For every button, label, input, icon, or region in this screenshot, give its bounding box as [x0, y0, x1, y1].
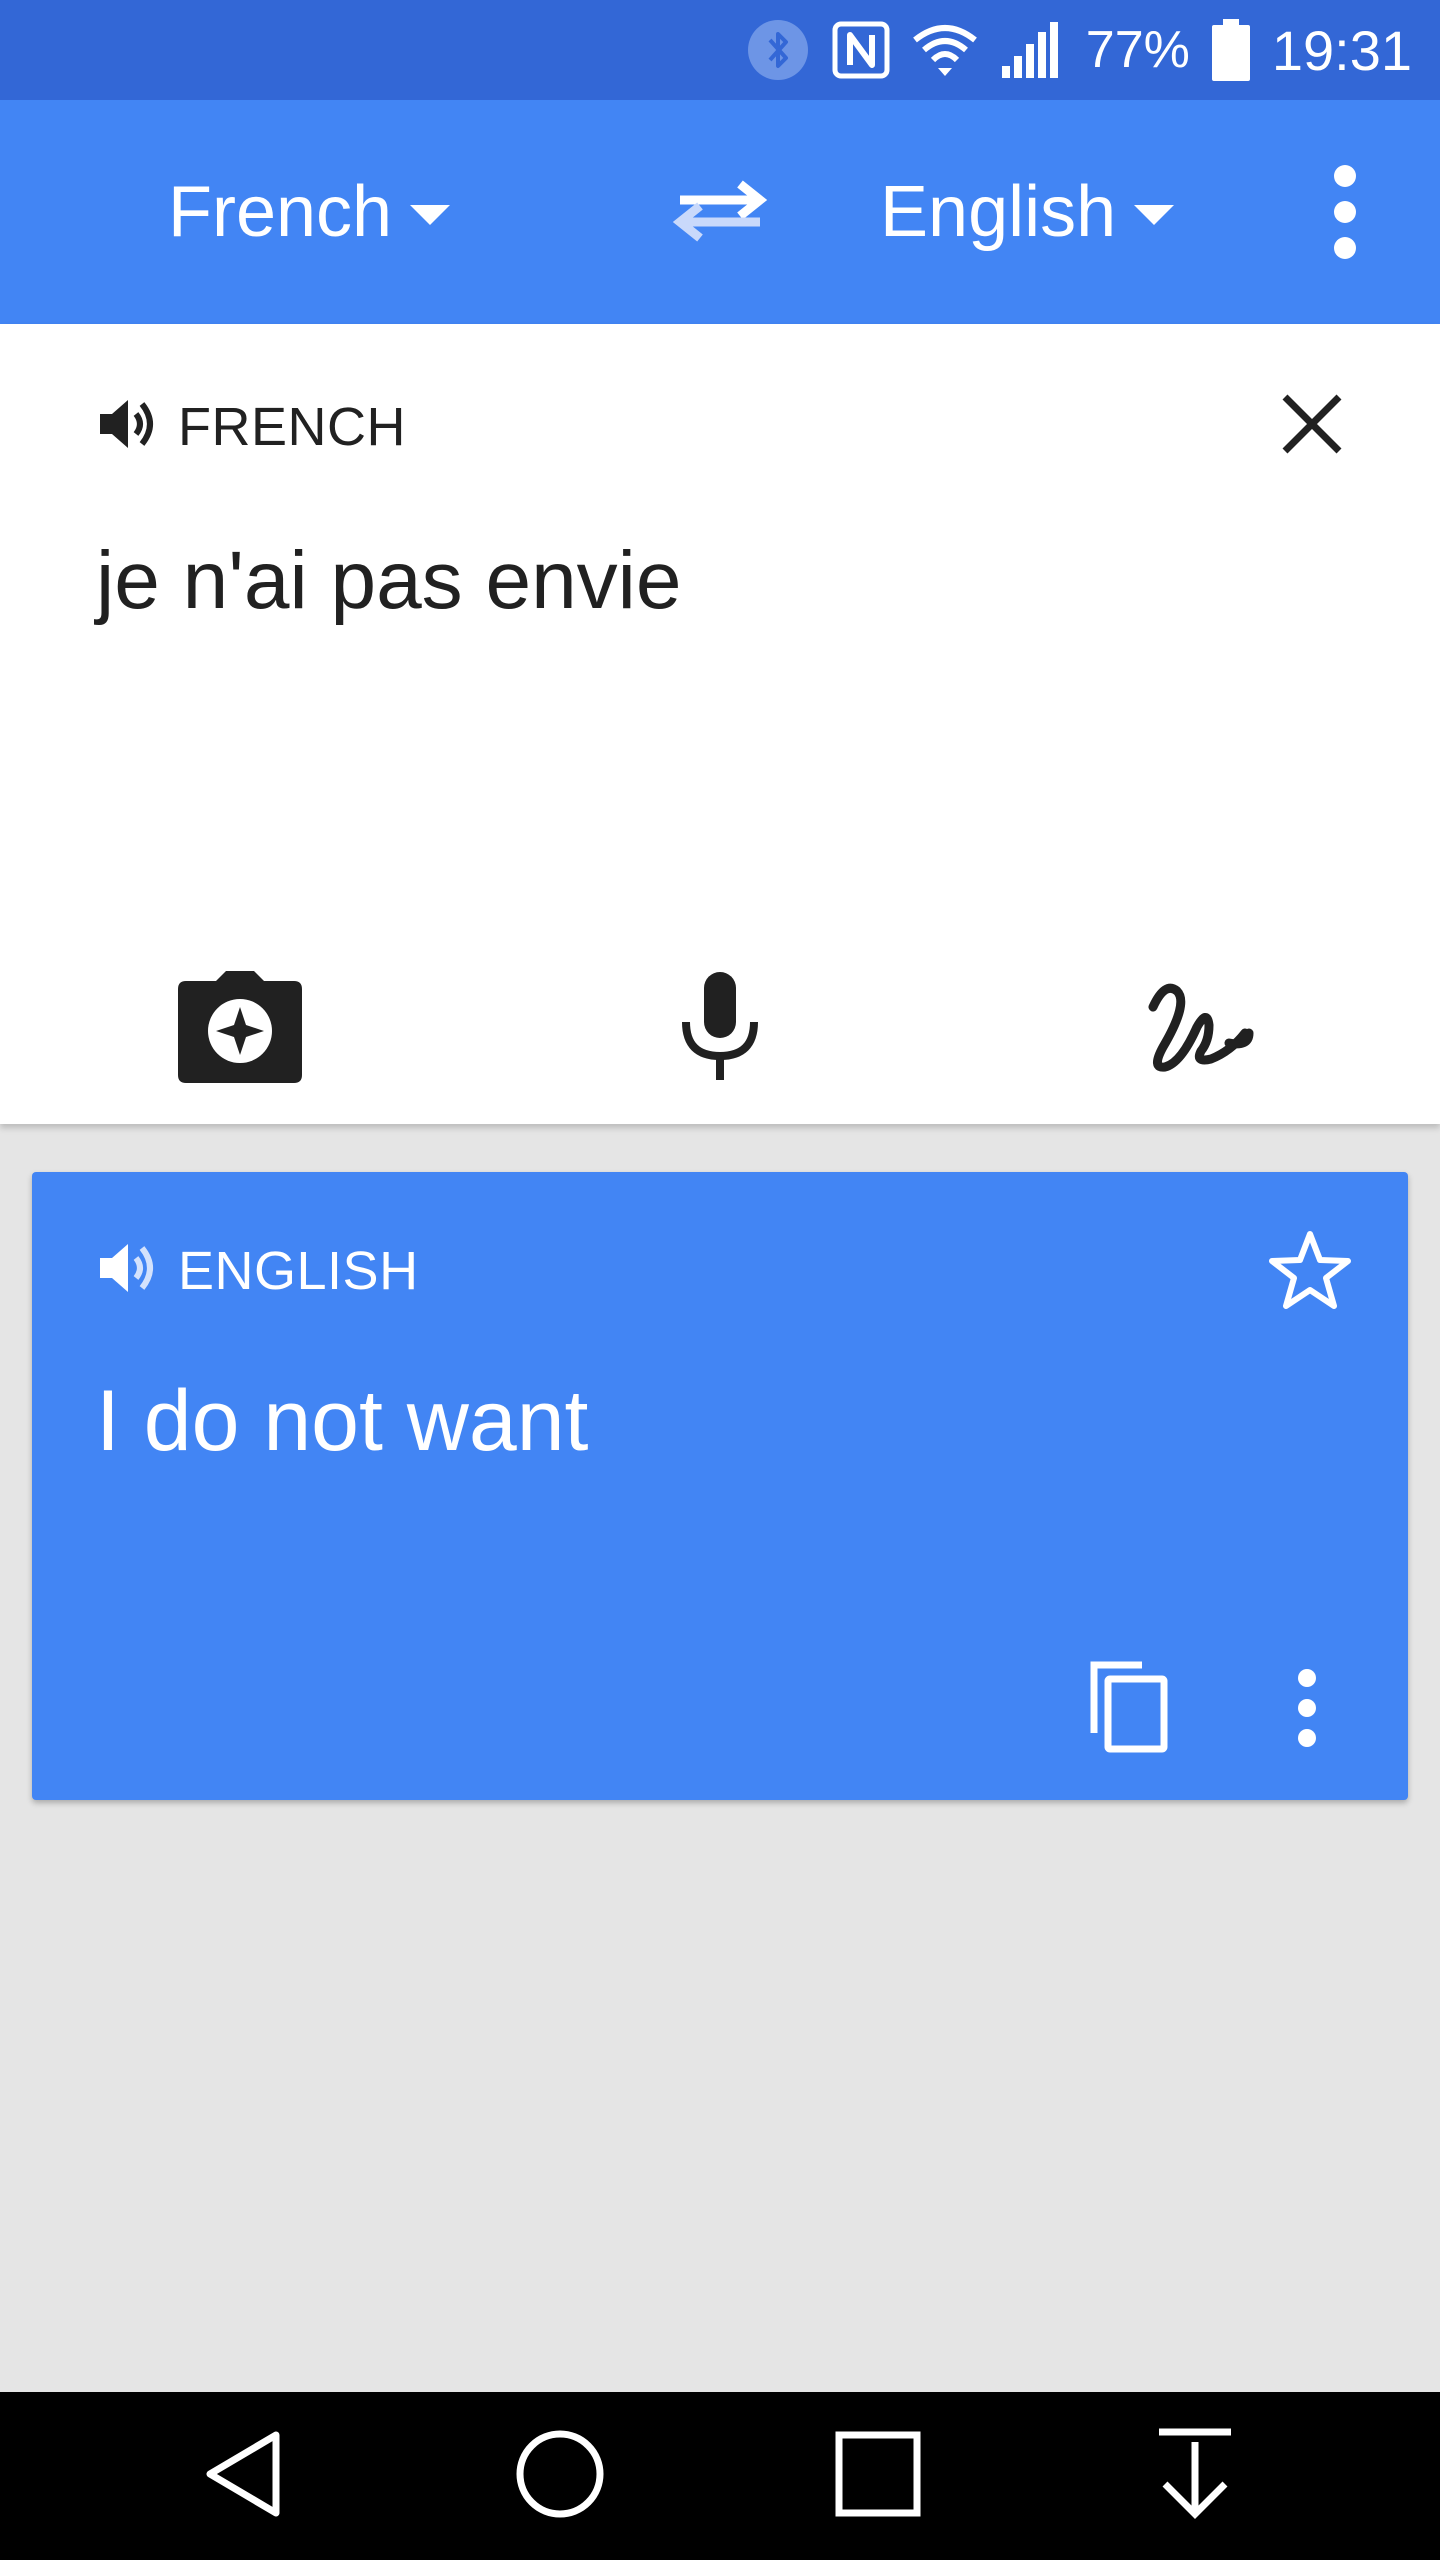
back-button[interactable] — [185, 2416, 305, 2536]
save-translation-button[interactable] — [1262, 1224, 1358, 1320]
source-language-selector[interactable]: French — [168, 100, 451, 324]
wifi-icon — [912, 22, 978, 78]
camera-button[interactable] — [165, 954, 315, 1104]
signal-icon — [1000, 22, 1064, 78]
home-icon — [514, 2428, 606, 2525]
overflow-menu-icon — [1334, 165, 1356, 187]
microphone-icon — [678, 971, 762, 1087]
swap-languages-icon — [670, 170, 770, 255]
translated-text: I do not want — [96, 1373, 589, 1469]
overflow-dot — [1334, 201, 1356, 223]
notification-pull-icon — [1155, 2428, 1235, 2525]
more-dot — [1298, 1699, 1316, 1717]
notification-pull-button[interactable] — [1135, 2416, 1255, 2536]
microphone-button[interactable] — [645, 954, 795, 1104]
nfc-icon — [832, 21, 890, 79]
clear-input-button[interactable] — [1270, 384, 1354, 468]
battery-percent: 77% — [1085, 21, 1190, 79]
camera-icon — [178, 970, 302, 1088]
more-dot — [1298, 1729, 1316, 1747]
recents-icon — [833, 2429, 923, 2524]
swap-languages-button[interactable] — [660, 164, 780, 260]
input-tools — [0, 954, 1440, 1104]
source-text-input[interactable]: je n'ai pas envie — [96, 534, 682, 628]
bluetooth-icon — [746, 18, 810, 82]
star-icon — [1268, 1230, 1352, 1315]
recents-button[interactable] — [818, 2416, 938, 2536]
target-language-label-caps: ENGLISH — [178, 1240, 419, 1301]
speaker-icon[interactable] — [96, 1238, 160, 1303]
back-icon — [200, 2429, 290, 2524]
input-card: FRENCH je n'ai pas envie — [0, 324, 1440, 1124]
copy-icon — [1086, 1657, 1168, 1758]
more-vert-icon — [1298, 1669, 1316, 1687]
close-icon — [1281, 393, 1343, 460]
target-speak-row[interactable]: ENGLISH — [96, 1238, 419, 1303]
battery-icon — [1211, 19, 1250, 81]
overflow-dot — [1334, 237, 1356, 259]
status-bar: 77% 19:31 — [0, 0, 1440, 100]
target-language-selector[interactable]: English — [880, 100, 1175, 324]
speaker-icon[interactable] — [96, 394, 160, 459]
source-language-label: French — [168, 172, 393, 252]
app-bar: French English — [0, 100, 1440, 324]
translation-card[interactable]: ENGLISH I do not want — [32, 1172, 1408, 1800]
clock: 19:31 — [1271, 18, 1412, 82]
copy-button[interactable] — [1072, 1652, 1182, 1762]
translation-more-button[interactable] — [1272, 1658, 1342, 1758]
source-speak-row[interactable]: FRENCH — [96, 394, 406, 459]
overflow-menu-button[interactable] — [1300, 150, 1390, 274]
system-nav-bar — [0, 2392, 1440, 2560]
home-button[interactable] — [500, 2416, 620, 2536]
source-language-label-caps: FRENCH — [178, 396, 406, 457]
handwriting-button[interactable] — [1125, 954, 1275, 1104]
handwriting-icon — [1145, 977, 1255, 1082]
dropdown-arrow-icon — [410, 205, 451, 225]
target-language-label: English — [880, 172, 1117, 252]
dropdown-arrow-icon — [1134, 205, 1175, 225]
